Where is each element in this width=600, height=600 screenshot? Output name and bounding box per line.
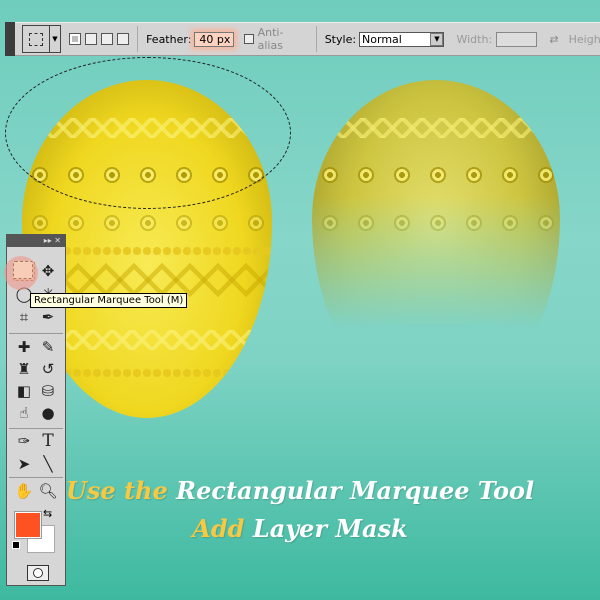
brush-tool-icon[interactable]: ✎ — [37, 337, 59, 357]
anti-alias-checkbox[interactable]: Anti-alias — [243, 26, 308, 52]
smudge-tool-icon[interactable]: ☝ — [13, 403, 35, 423]
divider — [137, 26, 139, 52]
rectangular-marquee-icon — [23, 26, 50, 52]
width-label: Width: — [456, 32, 493, 46]
style-select[interactable]: Normal ▼ — [359, 31, 445, 47]
divider — [9, 428, 63, 429]
flower-band — [22, 212, 272, 234]
paint-bucket-icon[interactable]: ⛁ — [37, 381, 59, 401]
checkbox-icon — [243, 34, 254, 44]
caption-highlight: Add — [192, 514, 245, 543]
options-bar-grip[interactable] — [5, 22, 15, 56]
healing-brush-icon[interactable]: ✚ — [13, 337, 35, 357]
close-icon[interactable]: ✕ — [54, 236, 61, 245]
easter-egg-right-masked — [312, 80, 560, 410]
path-selection-icon[interactable]: ➤ — [13, 454, 35, 474]
flower-band — [312, 164, 560, 186]
line-tool-icon[interactable]: ╲ — [37, 454, 59, 474]
tool-preset-picker[interactable]: ▼ — [21, 25, 62, 53]
chevron-down-icon: ▼ — [430, 32, 444, 46]
chevron-down-icon: ▼ — [52, 35, 58, 43]
zigzag-band — [312, 118, 560, 138]
caption-line-1: Use the Rectangular Marquee Tool — [0, 476, 600, 505]
quick-mask-button[interactable] — [27, 565, 49, 581]
style-value: Normal — [362, 32, 402, 46]
pen-tool-icon[interactable]: ✑ — [13, 431, 35, 451]
caption-text: Layer Mask — [252, 514, 408, 543]
width-input[interactable] — [496, 31, 538, 47]
options-bar: ▼ Feather: 40 px Anti-alias Style: Norma… — [5, 22, 600, 56]
new-selection-button[interactable] — [69, 33, 82, 45]
eyedropper-icon[interactable]: ✒ — [37, 307, 59, 327]
history-brush-icon[interactable]: ↺ — [37, 359, 59, 379]
selection-marquee — [5, 57, 291, 209]
swap-dimensions-icon[interactable]: ⇄ — [549, 33, 558, 46]
rectangular-marquee-tool-icon[interactable] — [13, 261, 33, 279]
burn-tool-icon[interactable]: ● — [37, 403, 59, 423]
selection-modes — [69, 33, 130, 45]
feather-input[interactable]: 40 px — [194, 31, 234, 47]
caption-highlight: Use the — [65, 476, 168, 505]
intersect-selection-button[interactable] — [117, 33, 130, 45]
divider — [315, 26, 317, 52]
eraser-icon[interactable]: ◧ — [13, 381, 35, 401]
clone-stamp-icon[interactable]: ♜ — [13, 359, 35, 379]
divider — [9, 333, 63, 334]
panel-header[interactable]: ▸▸ ✕ — [7, 235, 65, 247]
collapse-icon[interactable]: ▸▸ — [44, 236, 52, 245]
anti-alias-label: Anti-alias — [257, 26, 284, 52]
caption-line-2: Add Layer Mask — [0, 514, 600, 543]
feather-label: Feather: — [146, 32, 192, 46]
crop-tool-icon[interactable]: ⌗ — [13, 307, 35, 327]
add-to-selection-button[interactable] — [85, 33, 98, 45]
move-tool-icon[interactable]: ✥ — [37, 261, 59, 281]
caption-text: Rectangular Marquee Tool — [176, 476, 535, 505]
type-tool-icon[interactable]: T — [37, 431, 59, 451]
tooltip: Rectangular Marquee Tool (M) — [30, 293, 188, 308]
height-label: Height — [568, 32, 600, 46]
subtract-from-selection-button[interactable] — [101, 33, 114, 45]
style-label: Style: — [324, 32, 357, 46]
quick-mask-icon — [33, 568, 43, 578]
flower-band — [312, 212, 560, 234]
